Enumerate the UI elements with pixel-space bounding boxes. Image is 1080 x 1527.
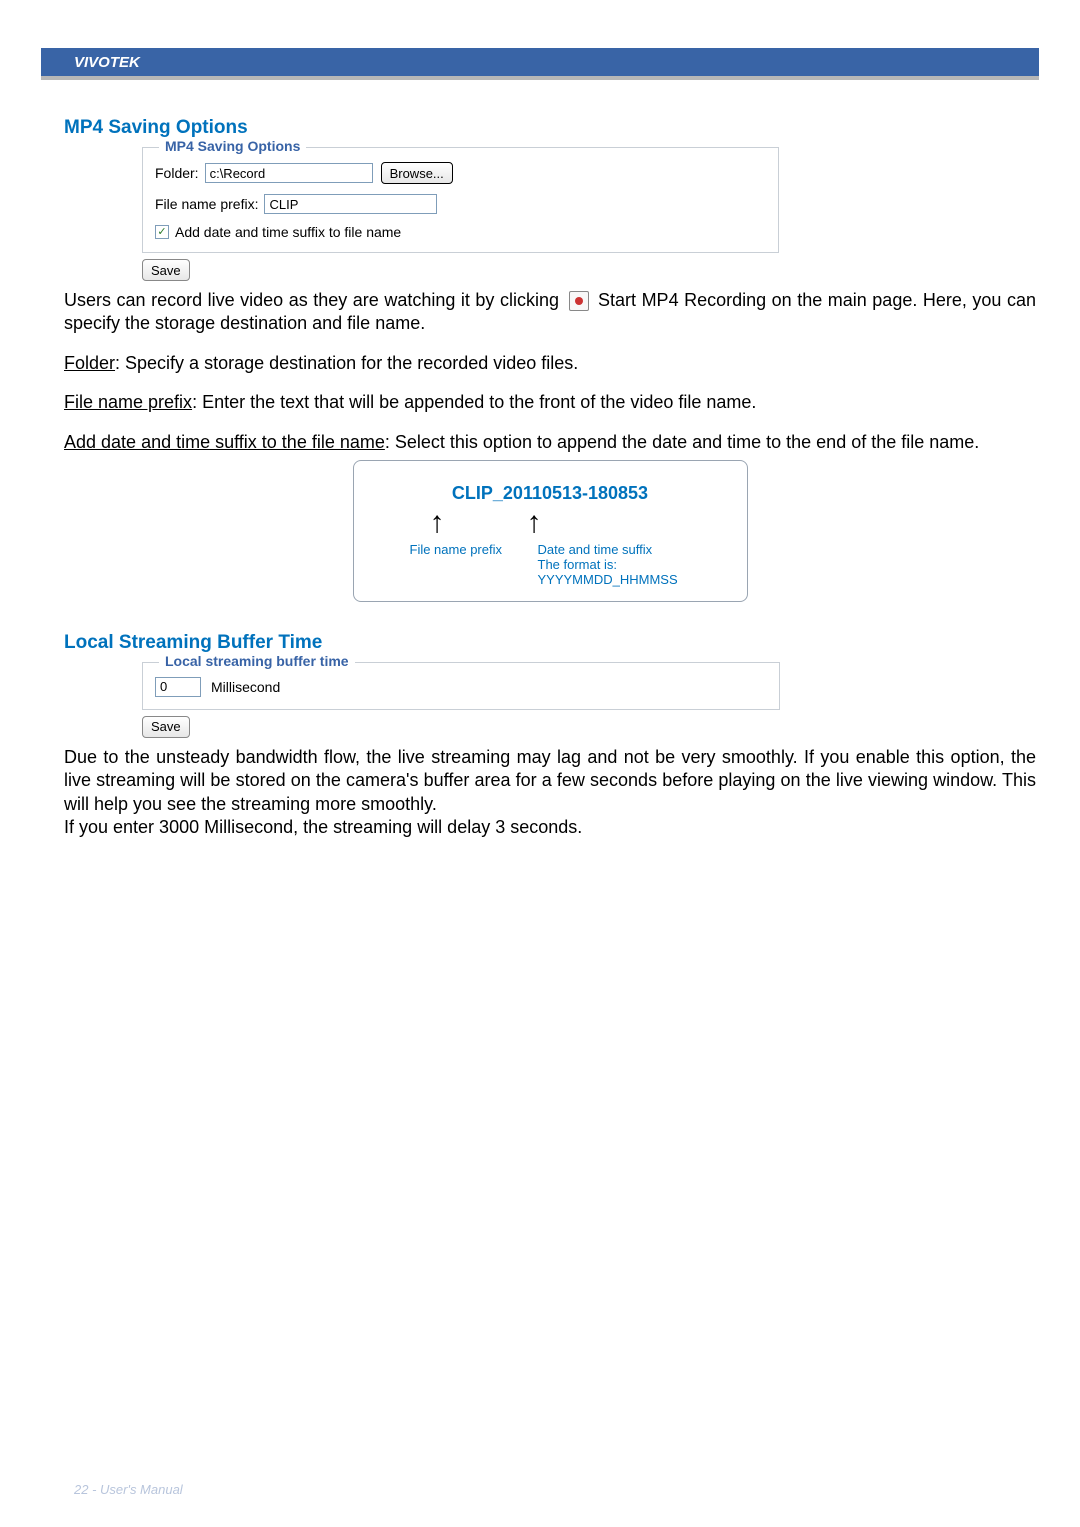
- arrow-label-prefix: File name prefix: [410, 542, 538, 557]
- arrow-label-suffix: Date and time suffix: [538, 542, 653, 557]
- buffer-row: Millisecond: [155, 677, 767, 697]
- save-button-mp4[interactable]: Save: [142, 259, 190, 281]
- paragraph-buffer-desc: Due to the unsteady bandwidth flow, the …: [64, 746, 1036, 816]
- buffer-figure: Local streaming buffer time Millisecond …: [142, 662, 1036, 738]
- page-header: VIVOTEK: [41, 48, 1039, 80]
- paragraph-datetime-suffix: Add date and time suffix to the file nam…: [64, 431, 1036, 454]
- mp4-saving-options-figure: MP4 Saving Options Folder: Browse... Fil…: [142, 147, 1036, 281]
- arrows-row: ↑ ↑: [366, 508, 735, 538]
- record-icon: [569, 291, 589, 311]
- browse-button[interactable]: Browse...: [381, 162, 453, 184]
- date-suffix-checkbox[interactable]: ✓: [155, 225, 169, 239]
- paragraph-buffer-example: If you enter 3000 Millisecond, the strea…: [64, 816, 1036, 839]
- buffer-input[interactable]: [155, 677, 201, 697]
- prefix-label: File name prefix:: [155, 196, 258, 212]
- buffer-unit-label: Millisecond: [211, 679, 280, 695]
- arrow-up-icon: ↑: [430, 508, 445, 538]
- buffer-fieldset-legend: Local streaming buffer time: [159, 653, 355, 669]
- brand-text: VIVOTEK: [41, 48, 1039, 71]
- prefix-input[interactable]: [264, 194, 437, 214]
- mp4-fieldset-legend: MP4 Saving Options: [159, 138, 306, 154]
- folder-row: Folder: Browse...: [155, 162, 766, 184]
- prefix-desc-text: : Enter the text that will be appended t…: [192, 392, 756, 412]
- prefix-underline-label: File name prefix: [64, 392, 192, 412]
- page-content: MP4 Saving Options MP4 Saving Options Fo…: [64, 117, 1036, 856]
- filename-example-figure: CLIP_20110513-180853 ↑ ↑ File name prefi…: [353, 460, 748, 602]
- p1a-text: Users can record live video as they are …: [64, 290, 559, 310]
- paragraph-prefix: File name prefix: Enter the text that wi…: [64, 391, 1036, 414]
- folder-desc-text: : Specify a storage destination for the …: [115, 353, 578, 373]
- folder-label: Folder:: [155, 165, 199, 181]
- folder-input[interactable]: [205, 163, 373, 183]
- arrow-labels-row: File name prefix Date and time suffix: [366, 542, 735, 557]
- folder-underline-label: Folder: [64, 353, 115, 373]
- save-button-buffer[interactable]: Save: [142, 716, 190, 738]
- paragraph-folder: Folder: Specify a storage destination fo…: [64, 352, 1036, 375]
- prefix-row: File name prefix:: [155, 194, 766, 214]
- mp4-saving-options-fieldset: MP4 Saving Options Folder: Browse... Fil…: [142, 147, 779, 253]
- date-suffix-row: ✓ Add date and time suffix to file name: [155, 224, 766, 240]
- date-suffix-label: Add date and time suffix to file name: [175, 224, 401, 240]
- arrow-format-line: The format is: YYYYMMDD_HHMMSS: [366, 557, 735, 587]
- datetime-underline-label: Add date and time suffix to the file nam…: [64, 432, 385, 452]
- buffer-fieldset: Local streaming buffer time Millisecond: [142, 662, 780, 710]
- filename-example-text: CLIP_20110513-180853: [366, 483, 735, 504]
- record-dot-icon: [575, 297, 583, 305]
- paragraph-record-intro: Users can record live video as they are …: [64, 289, 1036, 336]
- local-buffer-heading: Local Streaming Buffer Time: [64, 632, 1036, 654]
- page-footer: 22 - User's Manual: [74, 1482, 183, 1497]
- arrow-up-icon: ↑: [527, 508, 542, 538]
- datetime-desc-text: : Select this option to append the date …: [385, 432, 979, 452]
- mp4-saving-options-heading: MP4 Saving Options: [64, 117, 1036, 139]
